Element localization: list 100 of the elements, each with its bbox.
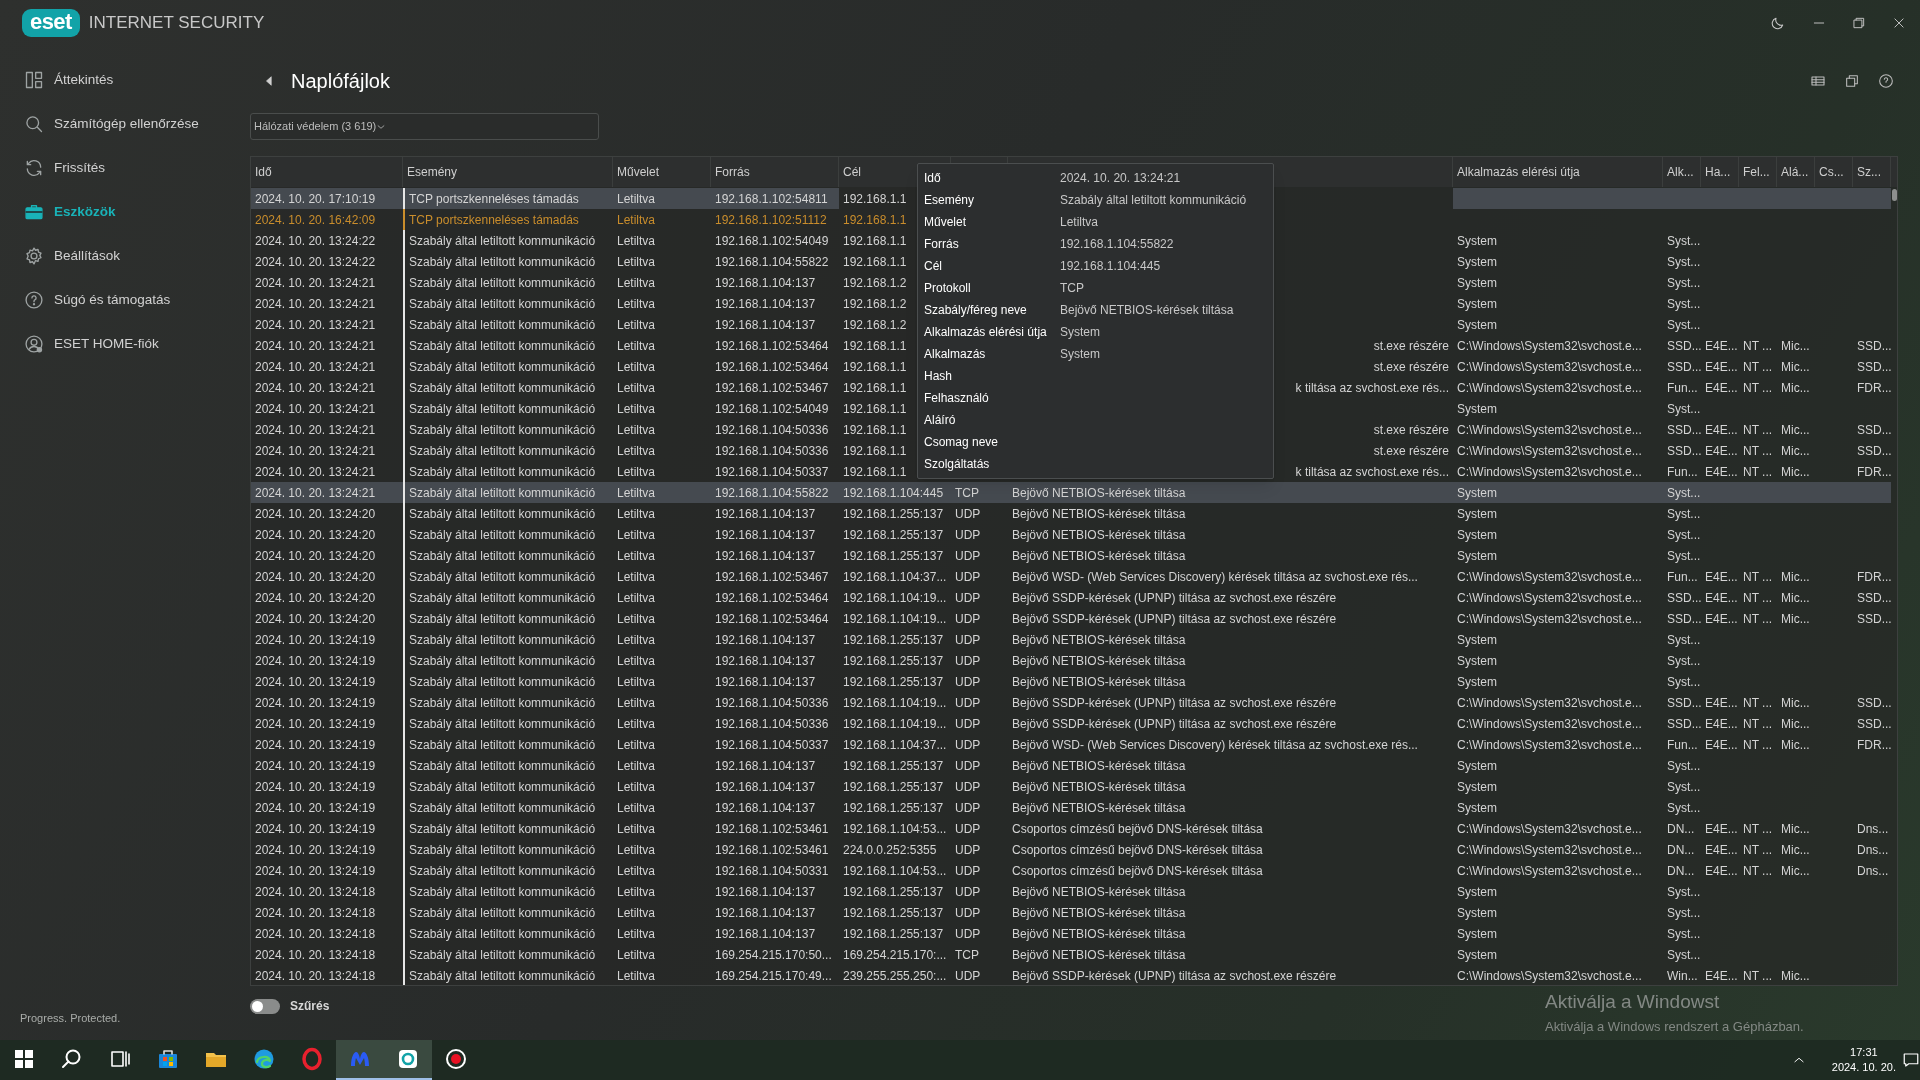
table-cell-text: Letiltva xyxy=(616,673,657,691)
table-cell-text: 192.168.1.104:50336 xyxy=(714,421,830,439)
table-cell-text: Letiltva xyxy=(616,820,657,838)
table-cell-text: Letiltva xyxy=(616,232,657,250)
table-cell: 192.168.1.102:54811 xyxy=(711,188,839,209)
table-cell-text: Syst... xyxy=(1666,316,1701,334)
table-cell-text: NT ... xyxy=(1742,421,1774,439)
table-cell-text: System xyxy=(1456,778,1498,796)
table-cell-text: C:\Windows\System32\svchost.e... xyxy=(1456,841,1643,859)
table-cell-text: UDP xyxy=(954,778,982,796)
close-icon[interactable] xyxy=(1892,15,1906,30)
table-cell-text: 192.168.1.102:53464 xyxy=(714,337,830,355)
table-cell-text: SSD... xyxy=(1666,421,1701,439)
table-cell-text: st.exe részére xyxy=(1373,421,1449,439)
sidebar-item[interactable]: Frissítés xyxy=(0,146,245,190)
table-cell-text: System xyxy=(1456,946,1498,964)
ring-logo-icon xyxy=(396,1047,420,1071)
table-cell-text: 2024. 10. 20. 13:24:19 xyxy=(254,736,377,754)
table-cell-text: Letiltva xyxy=(616,568,657,586)
column-header[interactable]: Idő xyxy=(255,163,272,181)
column-header[interactable]: Ha... xyxy=(1705,163,1731,181)
column-header[interactable]: Fel... xyxy=(1743,163,1770,181)
back-icon[interactable] xyxy=(263,75,275,87)
table-cell-text: System xyxy=(1456,673,1498,691)
column-header[interactable]: Művelet xyxy=(617,163,660,181)
column-header[interactable]: Forrás xyxy=(715,163,750,181)
table-cell-text: Bejövő NETBIOS-kérések tiltása xyxy=(1011,799,1187,817)
table-cell-text: 2024. 10. 20. 13:24:20 xyxy=(254,526,377,544)
table-cell-text: UDP xyxy=(954,610,982,628)
table-cell-text: 2024. 10. 20. 13:24:20 xyxy=(254,547,377,565)
table-cell-text: FDR... xyxy=(1856,736,1891,754)
table-cell-text: 192.168.1.1 xyxy=(843,211,907,229)
table-cell-text: E4E... xyxy=(1704,610,1739,628)
table-cell-text: 224.0.0.252:5355 xyxy=(842,841,938,859)
table-cell-text: Fun... xyxy=(1666,463,1699,481)
table-cell-text: System xyxy=(1456,925,1498,943)
restore-icon[interactable] xyxy=(1852,15,1866,30)
table-cell-text: 2024. 10. 20. 13:24:21 xyxy=(254,421,377,439)
table-cell-text: SSD... xyxy=(1856,694,1891,712)
table-cell-text: 2024. 10. 20. 13:24:19 xyxy=(254,862,377,880)
column-header[interactable]: Cs... xyxy=(1819,163,1844,181)
table-cell: System xyxy=(1453,482,1663,503)
table-cell-text: System xyxy=(1456,295,1498,313)
list-view-icon[interactable] xyxy=(1810,73,1826,89)
table-cell-text: SSD... xyxy=(1856,442,1891,460)
table-cell-text: 2024. 10. 20. 13:24:18 xyxy=(254,883,377,901)
table-cell-text: Bejövő NETBIOS-kérések tiltása xyxy=(1011,904,1187,922)
sidebar-item[interactable]: Beállítások xyxy=(0,234,245,278)
table-cell-text: Bejövő NETBIOS-kérések tiltása xyxy=(1011,883,1187,901)
column-header[interactable]: Alk... xyxy=(1667,163,1694,181)
table-cell-text: Mic... xyxy=(1780,442,1811,460)
tooltip-label: Csomag neve xyxy=(924,434,1000,451)
table-cell-text: NT ... xyxy=(1742,442,1774,460)
table-cell-text: 169.254.215.170:50... xyxy=(714,946,833,964)
clock[interactable]: 17:31 2024. 10. 20. xyxy=(1825,1045,1902,1075)
table-cell-text: 192.168.1.102:53464 xyxy=(714,358,830,376)
copy-icon[interactable] xyxy=(1844,73,1860,89)
table-cell-text: Letiltva xyxy=(616,778,657,796)
table-cell: Szabály által letiltott kommunikáció xyxy=(403,797,613,818)
sidebar-item[interactable]: Számítógép ellenőrzése xyxy=(0,102,245,146)
logo: eset xyxy=(22,8,80,37)
table-cell-text: UDP xyxy=(954,925,982,943)
table-cell-text: Syst... xyxy=(1666,631,1701,649)
table-cell-text: NT ... xyxy=(1742,337,1774,355)
column-header[interactable]: Alá... xyxy=(1781,163,1809,181)
table-cell: Szabály által letiltott kommunikáció xyxy=(403,356,613,377)
tooltip-label: Cél xyxy=(924,258,943,275)
column-header[interactable]: Sz... xyxy=(1857,163,1881,181)
table-cell-text: 2024. 10. 20. 16:42:09 xyxy=(254,211,377,229)
sidebar-item[interactable]: Áttekintés xyxy=(0,58,245,102)
filter-toggle[interactable] xyxy=(250,998,280,1014)
log-select-dropdown[interactable]: Hálózati védelem (3 619) xyxy=(250,113,599,140)
table-cell-text: Letiltva xyxy=(616,274,657,292)
column-header[interactable]: Cél xyxy=(843,163,861,181)
taskbar-button[interactable] xyxy=(384,1040,432,1080)
notification-icon[interactable] xyxy=(1902,1051,1920,1069)
table-cell-text: 2024. 10. 20. 13:24:19 xyxy=(254,694,377,712)
sidebar-item[interactable]: Eszközök xyxy=(0,190,245,234)
column-header[interactable]: Alkalmazás elérési útja xyxy=(1457,163,1580,181)
table-cell-text: Fun... xyxy=(1666,736,1699,754)
table-cell-text: Dns... xyxy=(1856,841,1890,859)
table-cell-text: E4E... xyxy=(1704,337,1739,355)
table-cell-text: Letiltva xyxy=(616,631,657,649)
table-cell-text: E4E... xyxy=(1704,568,1739,586)
table-cell-text: 192.168.1.102:53461 xyxy=(714,841,830,859)
table-cell-text: SSD... xyxy=(1856,337,1891,355)
table-cell: Letiltva xyxy=(613,188,711,209)
column-header[interactable]: Esemény xyxy=(407,163,458,181)
scrollbar-thumb[interactable] xyxy=(1892,189,1897,201)
help-icon[interactable] xyxy=(1878,73,1894,89)
sidebar-item[interactable]: Súgó és támogatás xyxy=(0,278,245,322)
table-cell: Szabály által letiltott kommunikáció xyxy=(403,314,613,335)
sidebar-item[interactable]: ESET HOME-fiók xyxy=(0,322,245,366)
table-cell-text: Letiltva xyxy=(616,694,657,712)
table-cell: Szabály által letiltott kommunikáció xyxy=(403,692,613,713)
table-cell-text: Syst... xyxy=(1666,400,1701,418)
table-cell-text: 192.168.1.255:137 xyxy=(842,652,945,670)
table-cell-text: NT ... xyxy=(1742,379,1774,397)
table-cell-text: Fun... xyxy=(1666,379,1699,397)
table-cell-text: 192.168.1.102:53464 xyxy=(714,610,830,628)
